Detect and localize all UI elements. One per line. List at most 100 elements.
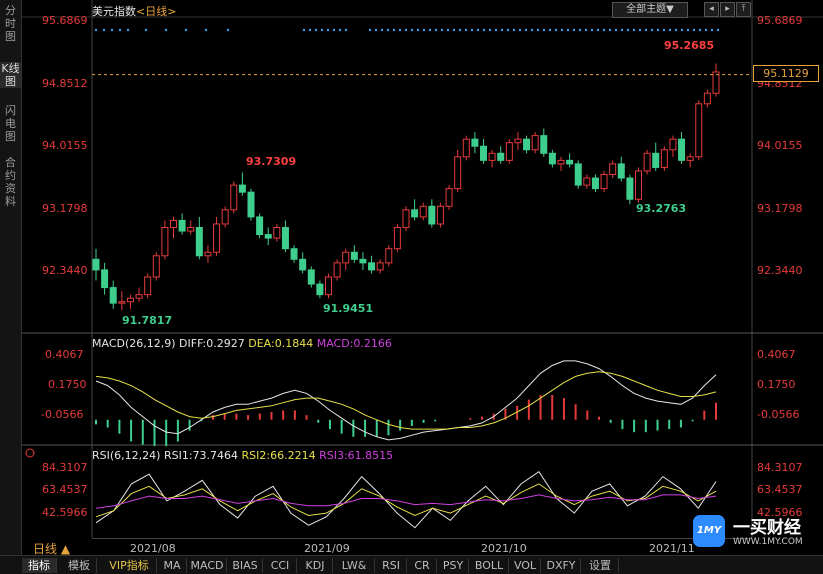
scroll-right-button[interactable]: ▸: [720, 2, 735, 17]
tab-psy[interactable]: PSY: [438, 558, 469, 573]
candle-body: [376, 262, 384, 271]
marker-dot: [632, 28, 636, 32]
marker-dot: [656, 28, 660, 32]
tab-settings[interactable]: 设置: [582, 558, 619, 573]
marker-dot: [560, 28, 564, 32]
marker-dot: [686, 28, 690, 32]
tab-templates[interactable]: 模板: [62, 558, 97, 573]
marker-dot: [368, 28, 372, 32]
tab-vip-indicators[interactable]: VIP指标: [102, 558, 157, 573]
candle-body: [669, 138, 677, 151]
marker-dot: [536, 28, 540, 32]
marker-dot: [674, 28, 678, 32]
macd-y-tick: -0.0566: [41, 408, 84, 421]
macd-y-tick: 0.4067: [45, 348, 84, 361]
marker-dot: [464, 28, 468, 32]
candle-body: [247, 191, 255, 218]
maximize-button[interactable]: ⤒: [736, 2, 751, 17]
marker-dot: [596, 28, 600, 32]
tab-bias[interactable]: BIAS: [228, 558, 263, 573]
tab-macd[interactable]: MACD: [188, 558, 227, 573]
marker-dot: [488, 28, 492, 32]
tab-dxfy[interactable]: DXFY: [542, 558, 581, 573]
marker-dot: [392, 28, 396, 32]
macd-y-tick: -0.0566: [757, 408, 800, 421]
candle-body: [480, 145, 487, 161]
candle-body: [643, 152, 651, 172]
candle-body: [307, 269, 315, 285]
y-tick-right: 95.6869: [757, 14, 803, 27]
candle-body: [445, 188, 453, 207]
marker-dot: [470, 28, 474, 32]
candle-body: [514, 138, 522, 144]
candle-body: [600, 174, 608, 190]
candle-body: [152, 255, 160, 278]
marker-dot: [416, 28, 420, 32]
marker-dot: [332, 28, 336, 32]
marker-dot: [668, 28, 672, 32]
marker-dot: [226, 28, 230, 32]
marker-dot: [662, 28, 666, 32]
candle-body: [462, 138, 470, 158]
annotation-low: 93.2763: [636, 202, 687, 215]
candle-body: [419, 205, 427, 218]
marker-dot: [380, 28, 384, 32]
current-price-label: 95.1129: [753, 65, 819, 82]
marker-dot: [704, 28, 708, 32]
marker-dot: [578, 28, 582, 32]
tab-vol[interactable]: VOL: [510, 558, 541, 573]
marker-dot: [614, 28, 618, 32]
tab-indicators[interactable]: 指标: [22, 558, 57, 573]
tab-kdj[interactable]: KDJ: [298, 558, 333, 573]
candle-body: [195, 227, 203, 257]
theme-dropdown[interactable]: 全部主题▼: [612, 2, 688, 18]
marker-dot: [530, 28, 534, 32]
candle-body: [635, 170, 642, 200]
x-axis: 2021/08 2021/09 2021/10 2021/11: [92, 538, 752, 556]
marker-dot: [698, 28, 702, 32]
marker-dot: [204, 28, 208, 32]
candle-body: [238, 184, 246, 193]
annotation-low: 91.9451: [323, 302, 374, 315]
instrument-name: 美元指数: [92, 5, 136, 18]
candle-body: [428, 205, 436, 225]
candle-body: [126, 297, 134, 303]
candle-body: [290, 248, 298, 260]
y-tick-left: 93.1798: [42, 202, 88, 215]
indicator-tab-bar: 指标 模板 VIP指标 MA MACD BIAS CCI KDJ LW& RSI…: [0, 555, 823, 574]
marker-dot: [126, 28, 130, 32]
brand-logo: 1MY 一买财经 WWW.1MY.COM: [693, 513, 805, 551]
candle-body: [617, 163, 625, 179]
marker-dot: [680, 28, 684, 32]
tab-ma[interactable]: MA: [158, 558, 187, 573]
marker-dot: [302, 28, 306, 32]
marker-dot: [572, 28, 576, 32]
tab-cr[interactable]: CR: [408, 558, 437, 573]
macd-title: MACD(26,12,9): [92, 337, 176, 350]
chart-title: 美元指数<日线>: [92, 3, 176, 19]
candle-body: [678, 138, 686, 161]
candle-body: [342, 251, 350, 264]
tab-boll[interactable]: BOLL: [470, 558, 509, 573]
candle-body: [144, 276, 152, 296]
marker-dot: [102, 28, 106, 32]
marker-dot: [602, 28, 606, 32]
y-tick-left: 94.8512: [42, 77, 88, 90]
marker-dot: [620, 28, 624, 32]
tab-lw[interactable]: LW&: [334, 558, 375, 573]
candle-body: [497, 152, 505, 161]
marker-dot: [512, 28, 516, 32]
marker-dot: [344, 28, 348, 32]
tab-cci[interactable]: CCI: [264, 558, 297, 573]
candle-body: [402, 209, 410, 229]
scroll-left-button[interactable]: ◂: [704, 2, 719, 17]
marker-dot: [650, 28, 654, 32]
tab-rsi[interactable]: RSI: [376, 558, 407, 573]
marker-dot: [548, 28, 552, 32]
marker-dot: [404, 28, 408, 32]
marker-dot: [590, 28, 594, 32]
candle-body: [221, 209, 229, 225]
marker-dot: [428, 28, 432, 32]
marker-dot: [626, 28, 630, 32]
marker-dot: [482, 28, 486, 32]
